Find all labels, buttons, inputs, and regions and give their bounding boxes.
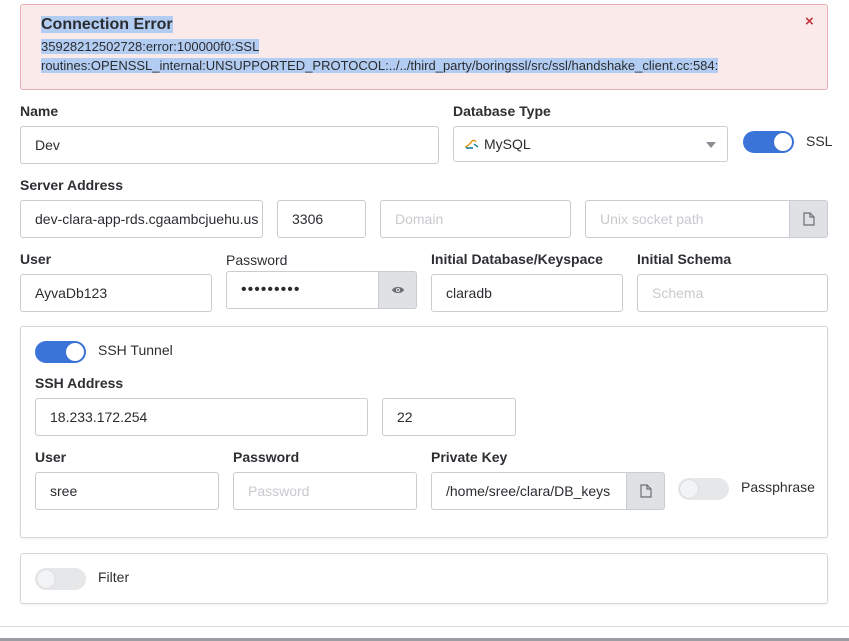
private-key-input[interactable]: /home/sree/clara/DB_keys <box>431 472 627 510</box>
filter-label: Filter <box>98 569 130 585</box>
alert-message: 35928212502728:error:100000f0:SSL routin… <box>41 37 719 75</box>
file-icon <box>802 212 815 226</box>
database-type-label: Database Type <box>453 103 551 119</box>
database-type-select[interactable]: MySQL <box>453 126 728 162</box>
initial-schema-label: Initial Schema <box>637 251 732 267</box>
name-input[interactable]: Dev <box>20 126 439 164</box>
initial-database-input[interactable]: claradb <box>431 274 623 312</box>
name-label: Name <box>20 103 59 119</box>
chevron-down-icon <box>706 142 716 148</box>
server-host-input[interactable]: dev-clara-app-rds.cgaambcjuehu.us <box>20 200 263 238</box>
filter-toggle[interactable] <box>35 568 86 590</box>
alert-title: Connection Error <box>41 16 173 33</box>
ssh-password-input[interactable]: Password <box>233 472 417 510</box>
initial-schema-input[interactable]: Schema <box>637 274 828 312</box>
server-address-label: Server Address <box>20 177 123 193</box>
show-password-button[interactable] <box>378 271 417 309</box>
ssh-password-label: Password <box>233 449 300 465</box>
file-icon <box>639 484 652 498</box>
ssh-address-input[interactable]: 18.233.172.254 <box>35 398 368 436</box>
passphrase-label: Passphrase <box>741 479 815 495</box>
ssh-port-input[interactable]: 22 <box>382 398 516 436</box>
filter-panel <box>20 553 828 604</box>
footer-divider <box>0 626 849 627</box>
private-key-label: Private Key <box>431 449 508 465</box>
server-port-input[interactable]: 3306 <box>277 200 366 238</box>
database-type-value: MySQL <box>484 136 531 152</box>
initial-database-label: Initial Database/Keyspace <box>431 251 603 267</box>
alert-message-line1: 35928212502728:error:100000f0:SSL <box>41 39 260 54</box>
ssh-tunnel-toggle[interactable] <box>35 341 86 363</box>
passphrase-toggle[interactable] <box>678 478 729 500</box>
ssl-toggle[interactable] <box>743 131 794 153</box>
user-label: User <box>20 251 52 267</box>
password-label: Password <box>226 252 288 268</box>
domain-input[interactable]: Domain <box>380 200 571 238</box>
user-input[interactable]: AyvaDb123 <box>20 274 212 312</box>
ssh-user-label: User <box>35 449 67 465</box>
alert-message-line2: routines:OPENSSL_internal:UNSUPPORTED_PR… <box>41 58 719 73</box>
eye-icon <box>391 287 404 293</box>
password-input[interactable]: ••••••••• <box>226 271 379 309</box>
ssh-user-input[interactable]: sree <box>35 472 219 510</box>
ssh-tunnel-label: SSH Tunnel <box>98 342 173 358</box>
socket-file-button[interactable] <box>789 200 828 238</box>
ssh-address-label: SSH Address <box>35 375 124 391</box>
close-icon[interactable]: × <box>805 14 814 30</box>
unix-socket-input[interactable]: Unix socket path <box>585 200 790 238</box>
mysql-logo-icon <box>464 128 480 161</box>
private-key-file-button[interactable] <box>626 472 665 510</box>
ssl-label: SSL <box>806 133 833 149</box>
